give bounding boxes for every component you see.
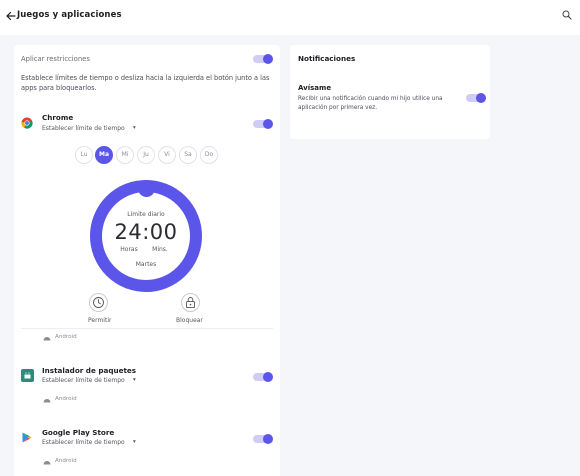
notify-me-toggle[interactable] — [466, 93, 486, 103]
app-name: Instalador de paquetes — [42, 366, 137, 375]
android-icon — [43, 337, 51, 341]
day-name-label: Martes — [135, 261, 157, 268]
block-button[interactable] — [181, 293, 200, 312]
app-toggle-chrome[interactable] — [253, 119, 273, 129]
top-bar: Juegos y aplicaciones — [0, 0, 580, 35]
google-play-icon — [22, 432, 32, 443]
allow-button[interactable] — [89, 293, 108, 312]
chevron-down-icon[interactable]: ▾ — [133, 439, 136, 445]
day-lu[interactable]: Lu — [75, 146, 93, 164]
notifications-title: Notificaciones — [298, 54, 356, 63]
restrictions-label: Aplicar restricciones — [21, 55, 90, 63]
set-time-limit-link[interactable]: Establecer límite de tiempo — [42, 439, 125, 446]
chevron-down-icon[interactable]: ▾ — [133, 377, 136, 383]
day-mi[interactable]: Mi — [116, 146, 134, 164]
daily-limit-time: 24:00 — [114, 220, 178, 244]
block-label: Bloquear — [176, 317, 203, 324]
set-time-limit-link[interactable]: Establecer límite de tiempo — [42, 125, 125, 132]
restrictions-description: Establece límites de tiempo o desliza ha… — [21, 74, 270, 92]
app-name: Google Play Store — [42, 428, 115, 437]
day-do[interactable]: Do — [200, 146, 218, 164]
package-installer-icon — [21, 369, 34, 382]
hours-label: Horas — [120, 246, 138, 253]
lock-icon — [186, 297, 195, 309]
notify-me-description: Recibir una notificación cuando mi hijo … — [298, 96, 443, 111]
app-name: Chrome — [42, 113, 74, 122]
chrome-icon — [21, 117, 33, 129]
os-label: Android — [55, 334, 77, 340]
mins-label: Mins. — [152, 246, 168, 253]
app-toggle-package-installer[interactable] — [253, 372, 273, 382]
day-sa[interactable]: Sa — [179, 146, 197, 164]
day-vi[interactable]: Vi — [158, 146, 176, 164]
android-icon — [43, 461, 51, 465]
chevron-down-icon[interactable]: ▾ — [133, 125, 136, 131]
notify-me-title: Avísame — [298, 84, 332, 92]
divider — [21, 328, 273, 329]
android-icon — [43, 399, 51, 403]
set-time-limit-link[interactable]: Establecer límite de tiempo — [42, 377, 125, 384]
app-toggle-google-play[interactable] — [253, 434, 273, 444]
clock-icon — [93, 297, 104, 308]
allow-label: Permitir — [88, 317, 112, 324]
os-label: Android — [55, 458, 77, 464]
daily-limit-label: Límite diario — [127, 211, 165, 218]
page-title: Juegos y aplicaciones — [17, 10, 122, 20]
os-label: Android — [55, 396, 77, 402]
search-icon[interactable] — [562, 10, 572, 20]
day-ma[interactable]: Ma — [95, 146, 113, 164]
day-ju[interactable]: Ju — [137, 146, 155, 164]
dial-handle[interactable] — [138, 180, 155, 197]
restrictions-toggle[interactable] — [253, 54, 273, 64]
arrow-left-icon[interactable] — [5, 9, 17, 23]
